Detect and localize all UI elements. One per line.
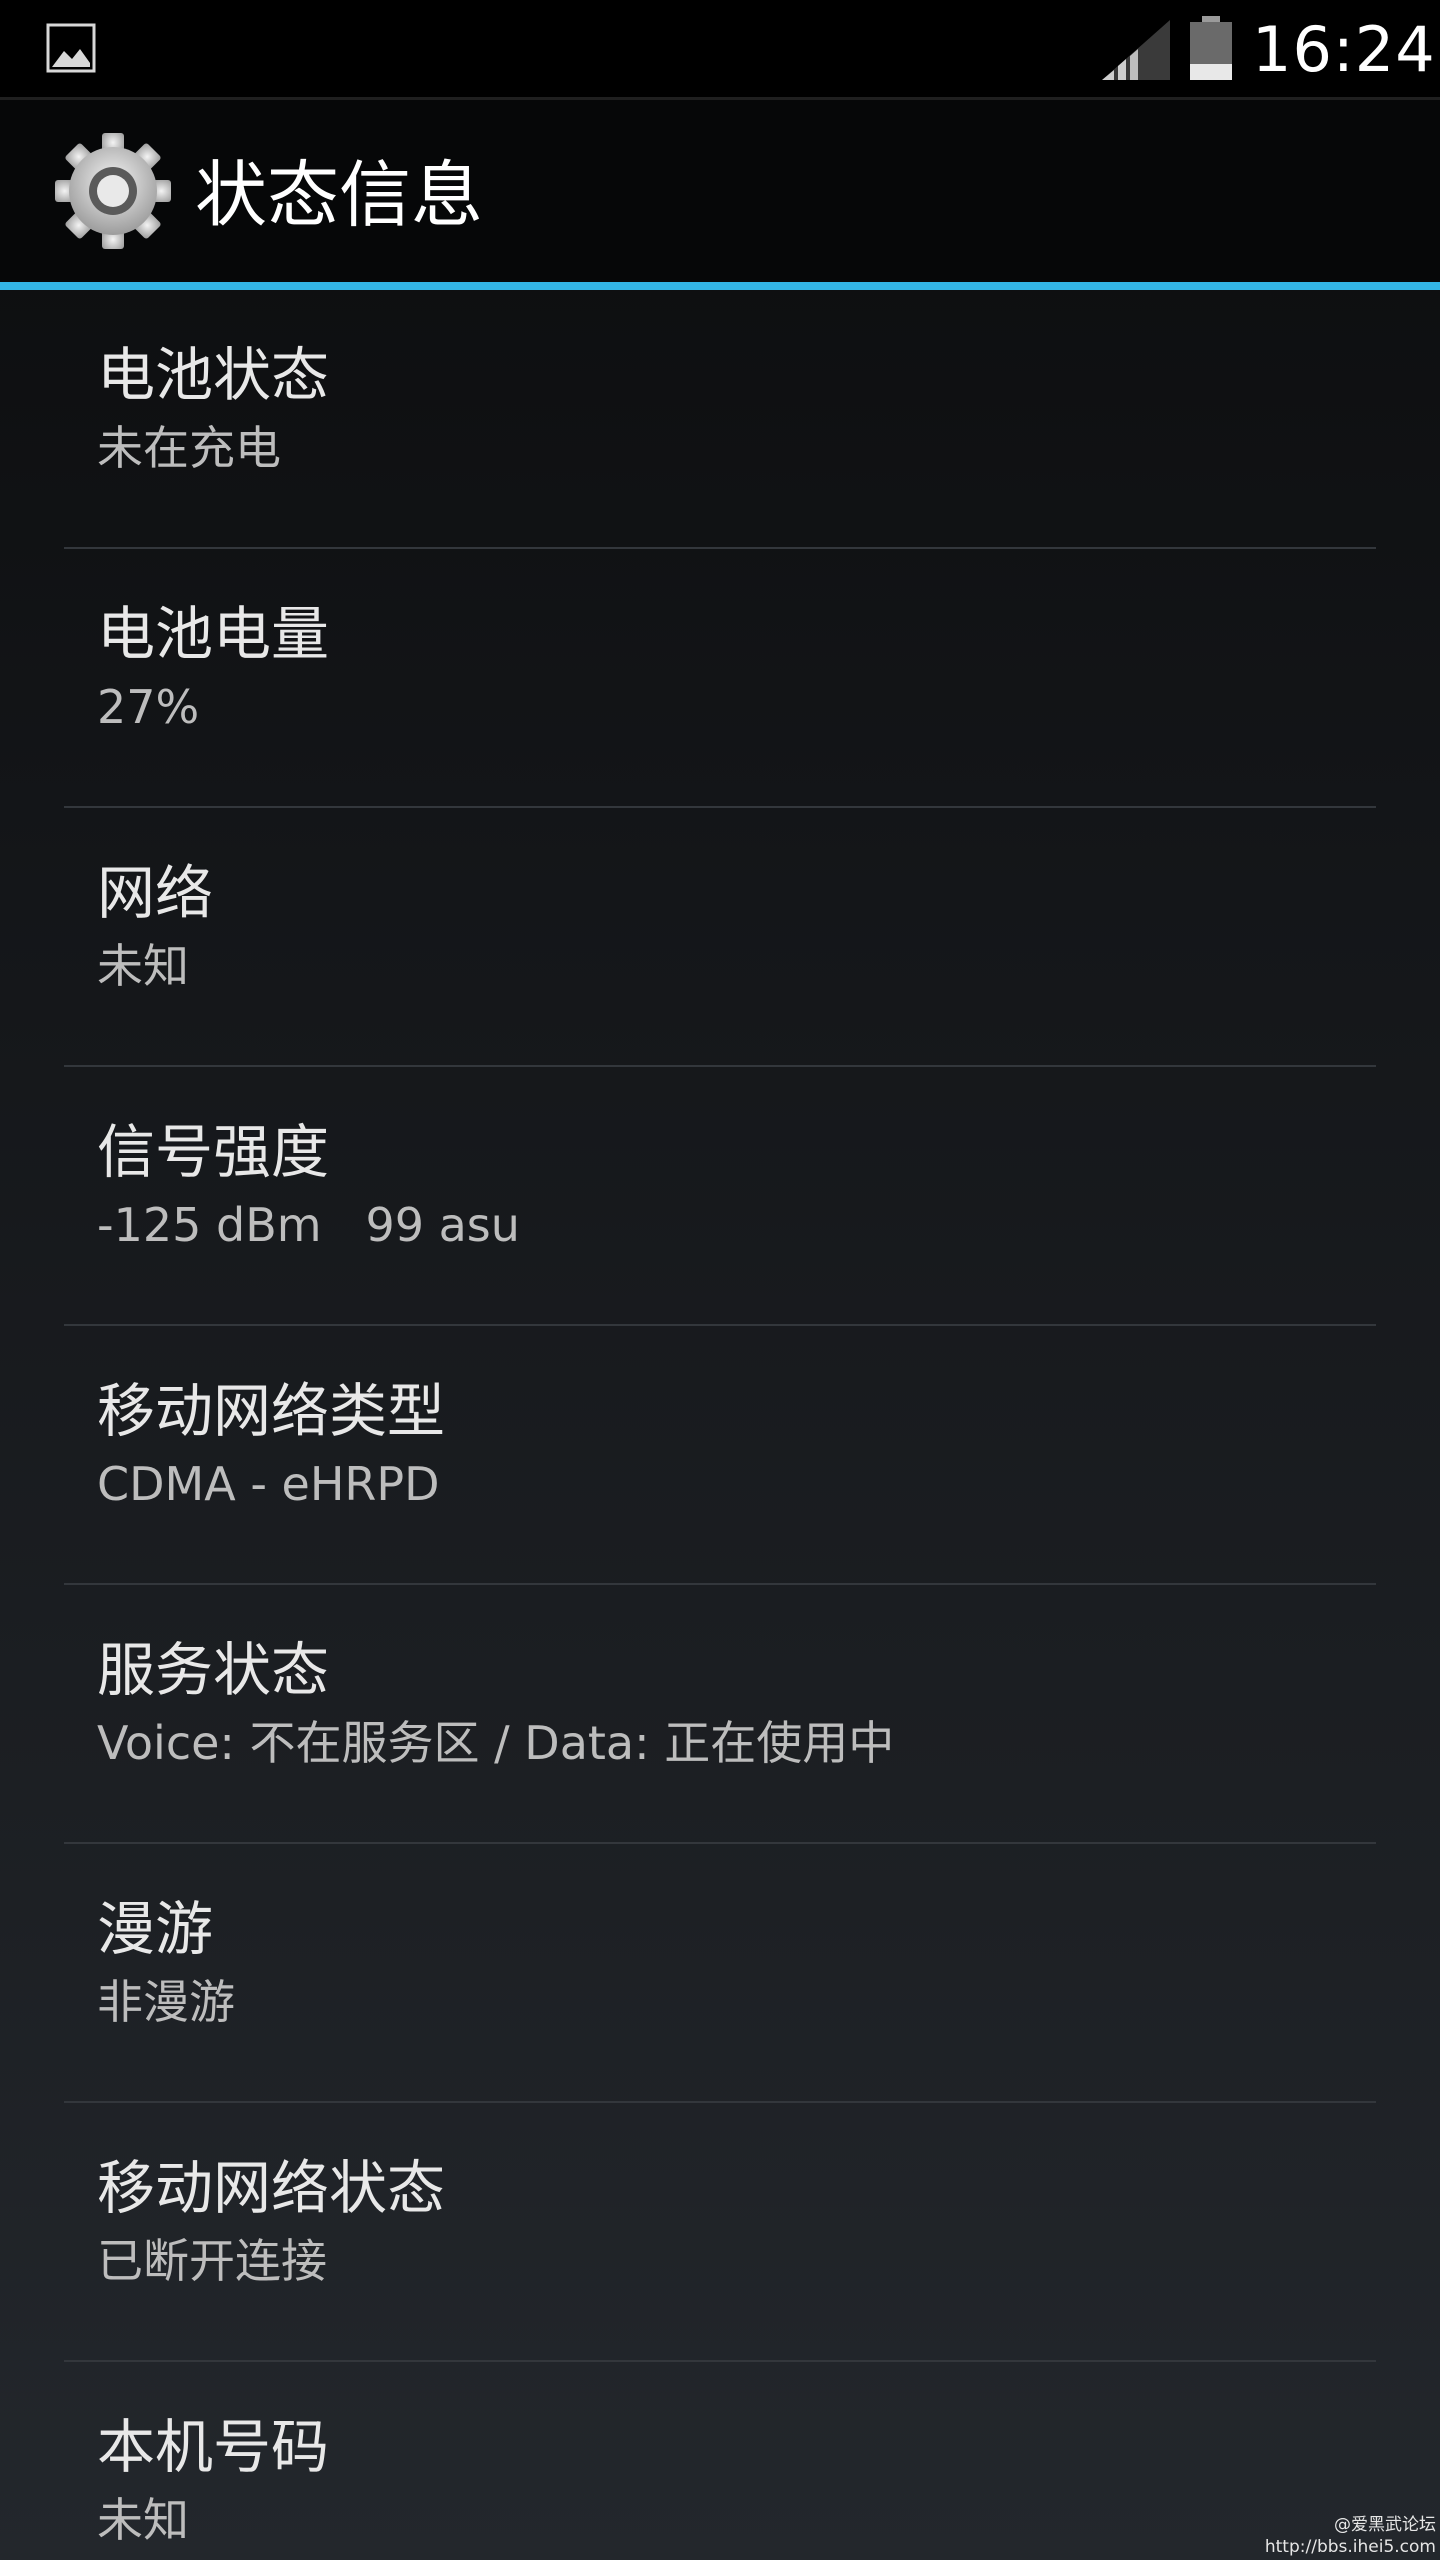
watermark-line-1: @爱黑武论坛 bbox=[1334, 2515, 1436, 2535]
item-summary: Voice: 不在服务区 / Data: 正在使用中 bbox=[97, 1716, 895, 1770]
item-title: 电池状态 bbox=[97, 341, 330, 409]
item-summary: 27% bbox=[97, 680, 200, 734]
page-title: 状态信息 bbox=[195, 153, 484, 237]
watermark: @爱黑武论坛 http://bbs.ihei5.com bbox=[1265, 2514, 1436, 2558]
picture-notification-icon bbox=[46, 23, 96, 73]
item-title: 网络 bbox=[97, 859, 214, 927]
list-item-service-state[interactable]: 服务状态 Voice: 不在服务区 / Data: 正在使用中 bbox=[0, 1585, 1440, 1844]
item-summary: 非漫游 bbox=[97, 1975, 235, 2029]
item-title: 本机号码 bbox=[97, 2413, 330, 2481]
item-title: 移动网络状态 bbox=[97, 2154, 446, 2222]
item-summary: 未在充电 bbox=[97, 421, 281, 475]
item-summary: 已断开连接 bbox=[97, 2234, 327, 2288]
item-title: 移动网络类型 bbox=[97, 1377, 446, 1445]
battery-icon bbox=[1190, 16, 1232, 80]
item-summary: 未知 bbox=[97, 2493, 189, 2547]
item-title: 漫游 bbox=[97, 1895, 214, 1963]
item-title: 电池电量 bbox=[97, 600, 330, 668]
item-summary: -125 dBm 99 asu bbox=[97, 1198, 520, 1252]
list-item-mobile-network-state[interactable]: 移动网络状态 已断开连接 bbox=[0, 2103, 1440, 2362]
status-bar: 16:24 bbox=[0, 0, 1440, 100]
screen: 16:24 状态信息 电池状态 未在充电 电池电量 27% 网络 未知 信号强度… bbox=[0, 0, 1440, 2560]
status-info-list: 电池状态 未在充电 电池电量 27% 网络 未知 信号强度 -125 dBm 9… bbox=[0, 290, 1440, 2560]
action-bar: 状态信息 bbox=[0, 100, 1440, 282]
signal-icon bbox=[1102, 20, 1170, 80]
list-item-mobile-network-type[interactable]: 移动网络类型 CDMA - eHRPD bbox=[0, 1326, 1440, 1585]
action-bar-divider bbox=[0, 282, 1440, 290]
item-title: 信号强度 bbox=[97, 1118, 330, 1186]
watermark-line-2: http://bbs.ihei5.com bbox=[1264, 2537, 1436, 2557]
settings-gear-icon[interactable] bbox=[54, 132, 172, 250]
item-summary: 未知 bbox=[97, 939, 189, 993]
list-item-battery-level[interactable]: 电池电量 27% bbox=[0, 549, 1440, 808]
list-item-roaming[interactable]: 漫游 非漫游 bbox=[0, 1844, 1440, 2103]
status-bar-time: 16:24 bbox=[1252, 13, 1436, 86]
list-item-network[interactable]: 网络 未知 bbox=[0, 808, 1440, 1067]
item-summary: CDMA - eHRPD bbox=[97, 1457, 440, 1511]
list-item-battery-status[interactable]: 电池状态 未在充电 bbox=[0, 290, 1440, 549]
item-title: 服务状态 bbox=[97, 1636, 330, 1704]
list-item-phone-number[interactable]: 本机号码 未知 bbox=[0, 2362, 1440, 2560]
list-item-signal-strength[interactable]: 信号强度 -125 dBm 99 asu bbox=[0, 1067, 1440, 1326]
